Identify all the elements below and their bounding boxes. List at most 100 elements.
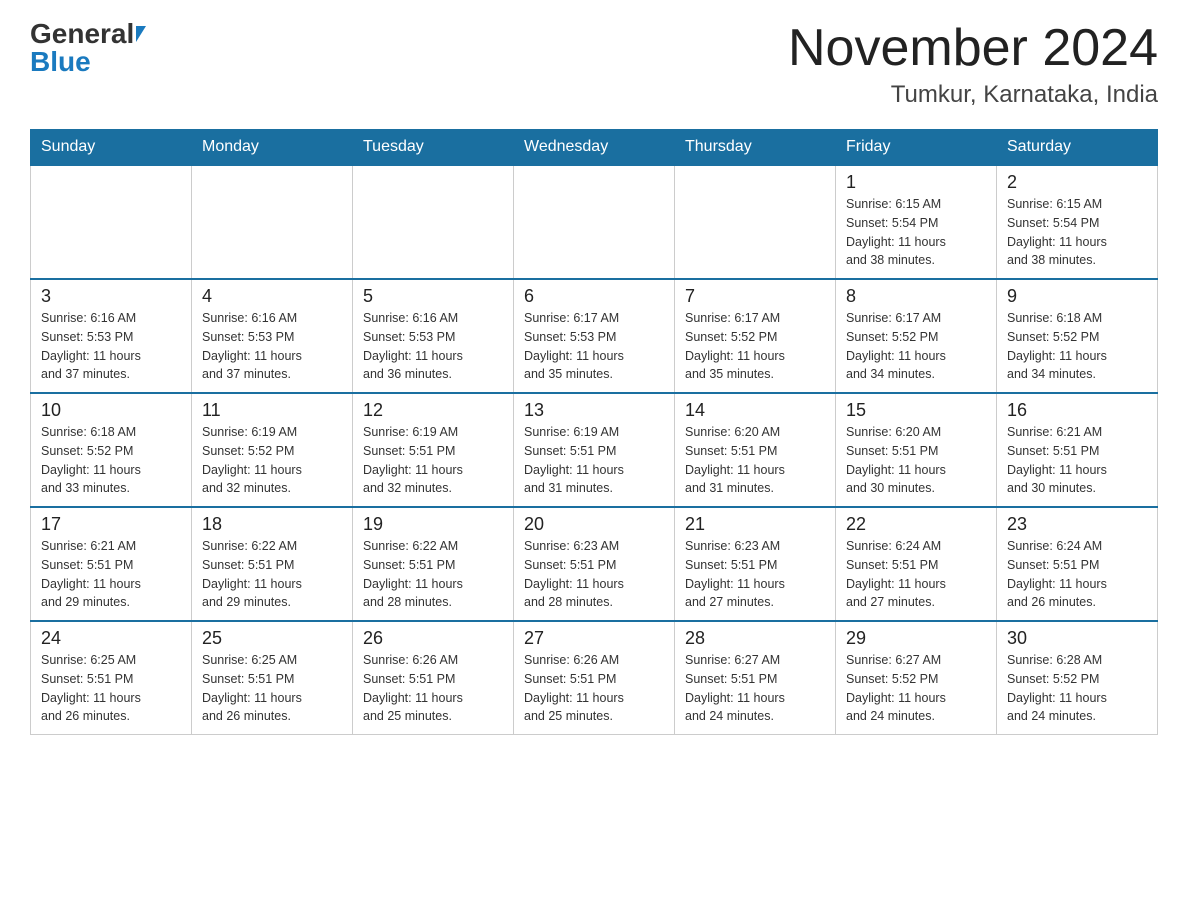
- calendar-cell: 23Sunrise: 6:24 AM Sunset: 5:51 PM Dayli…: [997, 507, 1158, 621]
- calendar-cell: [675, 165, 836, 279]
- day-number: 25: [202, 628, 342, 649]
- week-row-2: 3Sunrise: 6:16 AM Sunset: 5:53 PM Daylig…: [31, 279, 1158, 393]
- logo: General Blue: [30, 20, 146, 76]
- calendar-cell: 19Sunrise: 6:22 AM Sunset: 5:51 PM Dayli…: [353, 507, 514, 621]
- day-info: Sunrise: 6:21 AM Sunset: 5:51 PM Dayligh…: [1007, 423, 1147, 498]
- calendar-cell: 25Sunrise: 6:25 AM Sunset: 5:51 PM Dayli…: [192, 621, 353, 735]
- day-info: Sunrise: 6:17 AM Sunset: 5:52 PM Dayligh…: [846, 309, 986, 384]
- day-info: Sunrise: 6:20 AM Sunset: 5:51 PM Dayligh…: [846, 423, 986, 498]
- day-info: Sunrise: 6:23 AM Sunset: 5:51 PM Dayligh…: [685, 537, 825, 612]
- calendar-cell: 1Sunrise: 6:15 AM Sunset: 5:54 PM Daylig…: [836, 165, 997, 279]
- day-info: Sunrise: 6:21 AM Sunset: 5:51 PM Dayligh…: [41, 537, 181, 612]
- day-number: 10: [41, 400, 181, 421]
- day-number: 9: [1007, 286, 1147, 307]
- day-info: Sunrise: 6:16 AM Sunset: 5:53 PM Dayligh…: [41, 309, 181, 384]
- day-info: Sunrise: 6:22 AM Sunset: 5:51 PM Dayligh…: [363, 537, 503, 612]
- day-info: Sunrise: 6:23 AM Sunset: 5:51 PM Dayligh…: [524, 537, 664, 612]
- calendar-cell: 3Sunrise: 6:16 AM Sunset: 5:53 PM Daylig…: [31, 279, 192, 393]
- day-info: Sunrise: 6:27 AM Sunset: 5:51 PM Dayligh…: [685, 651, 825, 726]
- day-info: Sunrise: 6:19 AM Sunset: 5:52 PM Dayligh…: [202, 423, 342, 498]
- calendar-cell: 12Sunrise: 6:19 AM Sunset: 5:51 PM Dayli…: [353, 393, 514, 507]
- day-number: 23: [1007, 514, 1147, 535]
- day-info: Sunrise: 6:26 AM Sunset: 5:51 PM Dayligh…: [363, 651, 503, 726]
- calendar-cell: 30Sunrise: 6:28 AM Sunset: 5:52 PM Dayli…: [997, 621, 1158, 735]
- day-info: Sunrise: 6:28 AM Sunset: 5:52 PM Dayligh…: [1007, 651, 1147, 726]
- day-number: 24: [41, 628, 181, 649]
- month-title: November 2024: [788, 20, 1158, 77]
- calendar-cell: [192, 165, 353, 279]
- calendar-cell: [514, 165, 675, 279]
- weekday-header-sunday: Sunday: [31, 130, 192, 166]
- day-info: Sunrise: 6:16 AM Sunset: 5:53 PM Dayligh…: [363, 309, 503, 384]
- calendar-cell: 27Sunrise: 6:26 AM Sunset: 5:51 PM Dayli…: [514, 621, 675, 735]
- day-info: Sunrise: 6:24 AM Sunset: 5:51 PM Dayligh…: [1007, 537, 1147, 612]
- day-number: 13: [524, 400, 664, 421]
- day-info: Sunrise: 6:24 AM Sunset: 5:51 PM Dayligh…: [846, 537, 986, 612]
- day-number: 3: [41, 286, 181, 307]
- day-info: Sunrise: 6:27 AM Sunset: 5:52 PM Dayligh…: [846, 651, 986, 726]
- day-number: 20: [524, 514, 664, 535]
- logo-triangle-icon: [136, 26, 146, 42]
- calendar-cell: 6Sunrise: 6:17 AM Sunset: 5:53 PM Daylig…: [514, 279, 675, 393]
- calendar-cell: 13Sunrise: 6:19 AM Sunset: 5:51 PM Dayli…: [514, 393, 675, 507]
- day-number: 2: [1007, 172, 1147, 193]
- page-header: General Blue November 2024 Tumkur, Karna…: [30, 20, 1158, 109]
- day-number: 8: [846, 286, 986, 307]
- day-number: 27: [524, 628, 664, 649]
- day-number: 21: [685, 514, 825, 535]
- week-row-1: 1Sunrise: 6:15 AM Sunset: 5:54 PM Daylig…: [31, 165, 1158, 279]
- calendar-body: 1Sunrise: 6:15 AM Sunset: 5:54 PM Daylig…: [31, 165, 1158, 735]
- calendar-cell: 16Sunrise: 6:21 AM Sunset: 5:51 PM Dayli…: [997, 393, 1158, 507]
- day-info: Sunrise: 6:25 AM Sunset: 5:51 PM Dayligh…: [41, 651, 181, 726]
- day-info: Sunrise: 6:18 AM Sunset: 5:52 PM Dayligh…: [1007, 309, 1147, 384]
- weekday-header-tuesday: Tuesday: [353, 130, 514, 166]
- day-info: Sunrise: 6:15 AM Sunset: 5:54 PM Dayligh…: [1007, 195, 1147, 270]
- weekday-header-saturday: Saturday: [997, 130, 1158, 166]
- logo-blue-text: Blue: [30, 48, 91, 76]
- day-info: Sunrise: 6:15 AM Sunset: 5:54 PM Dayligh…: [846, 195, 986, 270]
- calendar-cell: [31, 165, 192, 279]
- calendar-cell: 15Sunrise: 6:20 AM Sunset: 5:51 PM Dayli…: [836, 393, 997, 507]
- day-number: 16: [1007, 400, 1147, 421]
- calendar-cell: 18Sunrise: 6:22 AM Sunset: 5:51 PM Dayli…: [192, 507, 353, 621]
- calendar-cell: 26Sunrise: 6:26 AM Sunset: 5:51 PM Dayli…: [353, 621, 514, 735]
- calendar-cell: 29Sunrise: 6:27 AM Sunset: 5:52 PM Dayli…: [836, 621, 997, 735]
- week-row-4: 17Sunrise: 6:21 AM Sunset: 5:51 PM Dayli…: [31, 507, 1158, 621]
- calendar-cell: 11Sunrise: 6:19 AM Sunset: 5:52 PM Dayli…: [192, 393, 353, 507]
- calendar-cell: 10Sunrise: 6:18 AM Sunset: 5:52 PM Dayli…: [31, 393, 192, 507]
- day-info: Sunrise: 6:16 AM Sunset: 5:53 PM Dayligh…: [202, 309, 342, 384]
- day-number: 15: [846, 400, 986, 421]
- day-number: 7: [685, 286, 825, 307]
- calendar-table: SundayMondayTuesdayWednesdayThursdayFrid…: [30, 129, 1158, 735]
- day-number: 26: [363, 628, 503, 649]
- title-area: November 2024 Tumkur, Karnataka, India: [788, 20, 1158, 109]
- day-number: 19: [363, 514, 503, 535]
- calendar-cell: 21Sunrise: 6:23 AM Sunset: 5:51 PM Dayli…: [675, 507, 836, 621]
- day-number: 28: [685, 628, 825, 649]
- calendar-cell: [353, 165, 514, 279]
- calendar-cell: 24Sunrise: 6:25 AM Sunset: 5:51 PM Dayli…: [31, 621, 192, 735]
- calendar-cell: 5Sunrise: 6:16 AM Sunset: 5:53 PM Daylig…: [353, 279, 514, 393]
- day-info: Sunrise: 6:26 AM Sunset: 5:51 PM Dayligh…: [524, 651, 664, 726]
- day-info: Sunrise: 6:19 AM Sunset: 5:51 PM Dayligh…: [524, 423, 664, 498]
- calendar-cell: 14Sunrise: 6:20 AM Sunset: 5:51 PM Dayli…: [675, 393, 836, 507]
- calendar-cell: 7Sunrise: 6:17 AM Sunset: 5:52 PM Daylig…: [675, 279, 836, 393]
- location-title: Tumkur, Karnataka, India: [788, 81, 1158, 109]
- day-info: Sunrise: 6:20 AM Sunset: 5:51 PM Dayligh…: [685, 423, 825, 498]
- day-number: 30: [1007, 628, 1147, 649]
- calendar-cell: 22Sunrise: 6:24 AM Sunset: 5:51 PM Dayli…: [836, 507, 997, 621]
- week-row-3: 10Sunrise: 6:18 AM Sunset: 5:52 PM Dayli…: [31, 393, 1158, 507]
- day-info: Sunrise: 6:19 AM Sunset: 5:51 PM Dayligh…: [363, 423, 503, 498]
- calendar-cell: 9Sunrise: 6:18 AM Sunset: 5:52 PM Daylig…: [997, 279, 1158, 393]
- day-number: 29: [846, 628, 986, 649]
- day-info: Sunrise: 6:18 AM Sunset: 5:52 PM Dayligh…: [41, 423, 181, 498]
- calendar-cell: 17Sunrise: 6:21 AM Sunset: 5:51 PM Dayli…: [31, 507, 192, 621]
- calendar-cell: 2Sunrise: 6:15 AM Sunset: 5:54 PM Daylig…: [997, 165, 1158, 279]
- day-info: Sunrise: 6:22 AM Sunset: 5:51 PM Dayligh…: [202, 537, 342, 612]
- weekday-header-wednesday: Wednesday: [514, 130, 675, 166]
- week-row-5: 24Sunrise: 6:25 AM Sunset: 5:51 PM Dayli…: [31, 621, 1158, 735]
- day-number: 22: [846, 514, 986, 535]
- day-info: Sunrise: 6:17 AM Sunset: 5:53 PM Dayligh…: [524, 309, 664, 384]
- day-number: 6: [524, 286, 664, 307]
- day-number: 12: [363, 400, 503, 421]
